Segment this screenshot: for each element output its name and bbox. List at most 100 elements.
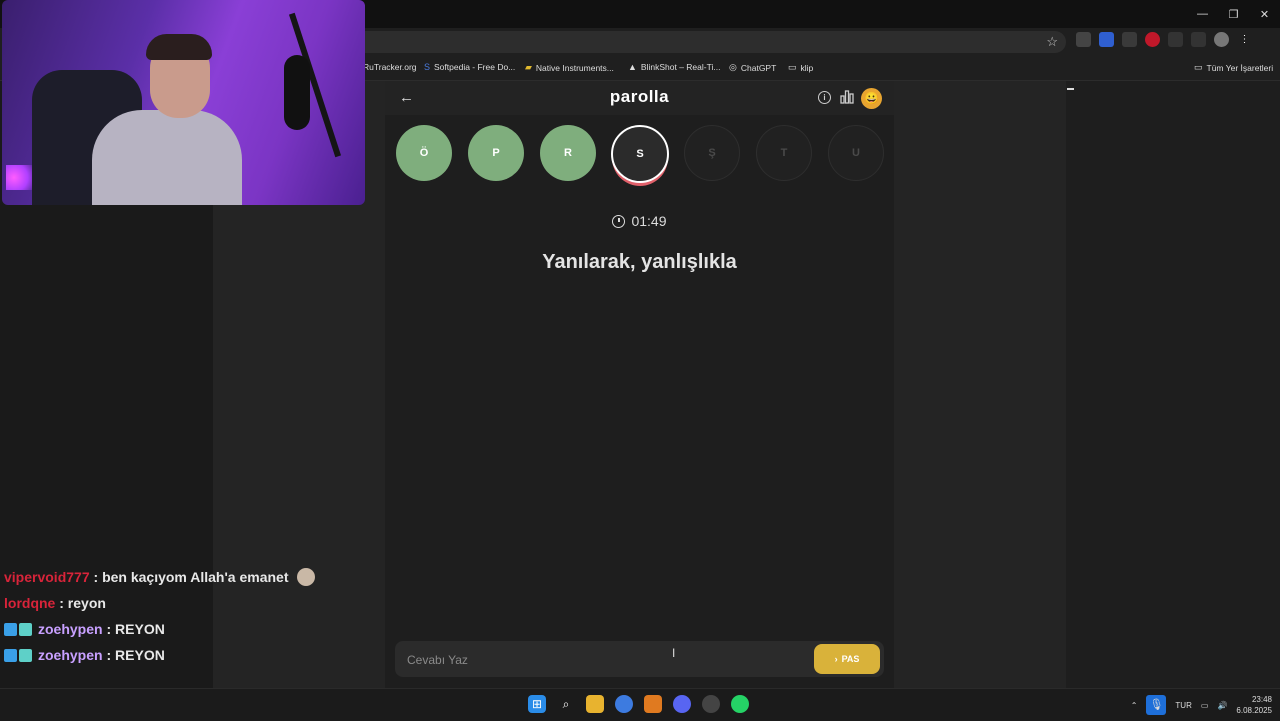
chat-badge-icon (4, 622, 17, 636)
letter-circle-done: P (468, 125, 524, 181)
bookmark-softpedia[interactable]: S Softpedia - Free Do... (424, 62, 515, 72)
chat-separator: : (89, 569, 103, 585)
chat-badge-icon (19, 648, 32, 662)
chat-badge-icon (4, 648, 17, 662)
chat-badge-icon (19, 622, 32, 636)
discord-icon[interactable] (673, 695, 691, 713)
restore-button[interactable]: ❐ (1218, 0, 1249, 28)
microphone (284, 55, 310, 130)
softpedia-icon: S (424, 62, 431, 72)
stats-icon[interactable] (840, 90, 854, 104)
bookmark-label: klip (800, 62, 814, 73)
chat-text: REYON (115, 621, 165, 637)
timer-value: 01:49 (631, 213, 667, 229)
language-indicator[interactable]: TUR (1175, 701, 1191, 710)
chevron-up-icon[interactable]: ⌃ (1131, 701, 1138, 710)
extensions-area: ⋮ (1076, 32, 1252, 47)
page-dash-marker (1067, 88, 1074, 90)
blinkshot-icon: ▲ (628, 62, 637, 72)
bookmark-klip[interactable]: ▭ klip (788, 62, 813, 73)
system-tray: ⌃ 🎙 TUR ▭ 🔊 23:48 6.08.2025 (1131, 693, 1272, 717)
bookmark-chatgpt[interactable]: ◎ ChatGPT (729, 62, 776, 73)
profile-avatar[interactable] (1214, 32, 1229, 47)
streamer-body (92, 110, 242, 205)
extension-icon[interactable] (1076, 32, 1091, 47)
network-icon[interactable]: ▭ (1201, 701, 1209, 710)
folder-icon: ▭ (788, 62, 797, 72)
chat-username: lordqne (4, 595, 56, 611)
bookmark-star-icon[interactable]: ☆ (1046, 34, 1058, 50)
close-button[interactable]: ✕ (1249, 0, 1280, 28)
all-bookmarks-label: Tüm Yer İşaretleri (1206, 62, 1274, 73)
streamer-webcam (2, 0, 365, 205)
minimize-button[interactable]: — (1187, 0, 1218, 28)
folder-icon: ▭ (1194, 62, 1203, 72)
puzzle-icon[interactable] (1168, 32, 1183, 47)
record-extension-icon[interactable] (1145, 32, 1160, 47)
app-icon[interactable] (702, 695, 720, 713)
search-icon[interactable]: ⌕ (557, 695, 575, 713)
chat-text: ben kaçıyom Allah'a emanet (102, 569, 289, 585)
bookmark-label: Softpedia - Free Do... (434, 62, 516, 72)
taskbar-apps: ⊞ ⌕ (528, 695, 749, 713)
info-icon[interactable]: i (818, 91, 831, 104)
clock-icon (612, 215, 626, 228)
microphone-icon[interactable]: 🎙 (1146, 695, 1167, 715)
chat-separator: : (55, 595, 68, 611)
whatsapp-icon[interactable] (731, 695, 749, 713)
all-bookmarks[interactable]: ▭ Tüm Yer İşaretleri (1194, 62, 1273, 73)
pass-button-label: PAS (841, 654, 860, 664)
text-cursor-icon: I (672, 646, 676, 660)
answer-bar: › PAS (395, 641, 884, 677)
bookmark-rutracker[interactable]: RuTracker.org (363, 62, 417, 72)
translate-extension-icon[interactable] (1099, 32, 1114, 47)
chat-message: zoehypen : REYON (4, 642, 315, 668)
folder-icon: ▰ (525, 62, 532, 72)
answer-input[interactable] (405, 650, 789, 670)
url-field[interactable]: ☆ (350, 31, 1066, 53)
parolla-game: ← parolla i 😀 Ö P R S Ş T U 01:49 Yanıla… (385, 81, 894, 688)
media-control-icon[interactable] (1191, 32, 1206, 47)
chat-username: zoehypen (38, 621, 103, 637)
bookmark-blinkshot[interactable]: ▲ BlinkShot – Real-Ti... (628, 62, 720, 72)
menu-kebab-icon[interactable]: ⋮ (1237, 32, 1252, 47)
chat-message: vipervoid777 : ben kaçıyom Allah'a emane… (4, 564, 315, 590)
letter-circle-active: S (611, 125, 669, 183)
volume-icon[interactable]: 🔊 (1217, 701, 1227, 710)
page-right-gutter (894, 81, 1066, 688)
chat-message: lordqne : reyon (4, 590, 315, 616)
user-avatar[interactable]: 😀 (861, 88, 882, 109)
bookmark-label: RuTracker.org (363, 62, 417, 72)
system-clock[interactable]: 23:48 6.08.2025 (1236, 694, 1272, 716)
chat-separator: : (102, 621, 116, 637)
chrome-icon[interactable] (615, 695, 633, 713)
windows-start-icon[interactable]: ⊞ (528, 695, 546, 713)
clock-date: 6.08.2025 (1236, 706, 1272, 715)
window-controls: — ❐ ✕ (1187, 0, 1280, 28)
chat-username: zoehypen (38, 647, 103, 663)
letter-circle-done: R (540, 125, 596, 181)
pass-button[interactable]: › PAS (814, 644, 880, 674)
fl-studio-icon[interactable] (644, 695, 662, 713)
extension-icon[interactable] (1122, 32, 1137, 47)
chatgpt-icon: ◎ (729, 62, 737, 72)
question-text: Yanılarak, yanlışlıkla (542, 251, 737, 273)
clock-time: 23:48 (1251, 695, 1272, 704)
chevron-right-icon: › (834, 654, 838, 664)
chat-message: zoehypen : REYON (4, 616, 315, 642)
chat-separator: : (102, 647, 116, 663)
bookmark-label: Native Instruments... (535, 62, 614, 73)
file-explorer-icon[interactable] (586, 695, 604, 713)
letter-circle-pending: U (828, 125, 884, 181)
bookmark-native-instruments[interactable]: ▰ Native Instruments... (525, 62, 614, 73)
page-right-background (1066, 81, 1280, 688)
stream-chat: vipervoid777 : ben kaçıyom Allah'a emane… (4, 564, 315, 668)
letter-circle-pending: Ş (684, 125, 740, 181)
streamer-hair (146, 34, 212, 60)
windows-taskbar: ⊞ ⌕ ⌃ 🎙 TUR ▭ 🔊 23:48 6.08.2025 (0, 688, 1280, 721)
chat-text: reyon (67, 595, 106, 611)
chat-username: vipervoid777 (4, 569, 90, 585)
countdown-timer: 01:49 (385, 213, 894, 229)
letter-circle-done: Ö (396, 125, 452, 181)
bookmark-label: ChatGPT (740, 62, 777, 73)
